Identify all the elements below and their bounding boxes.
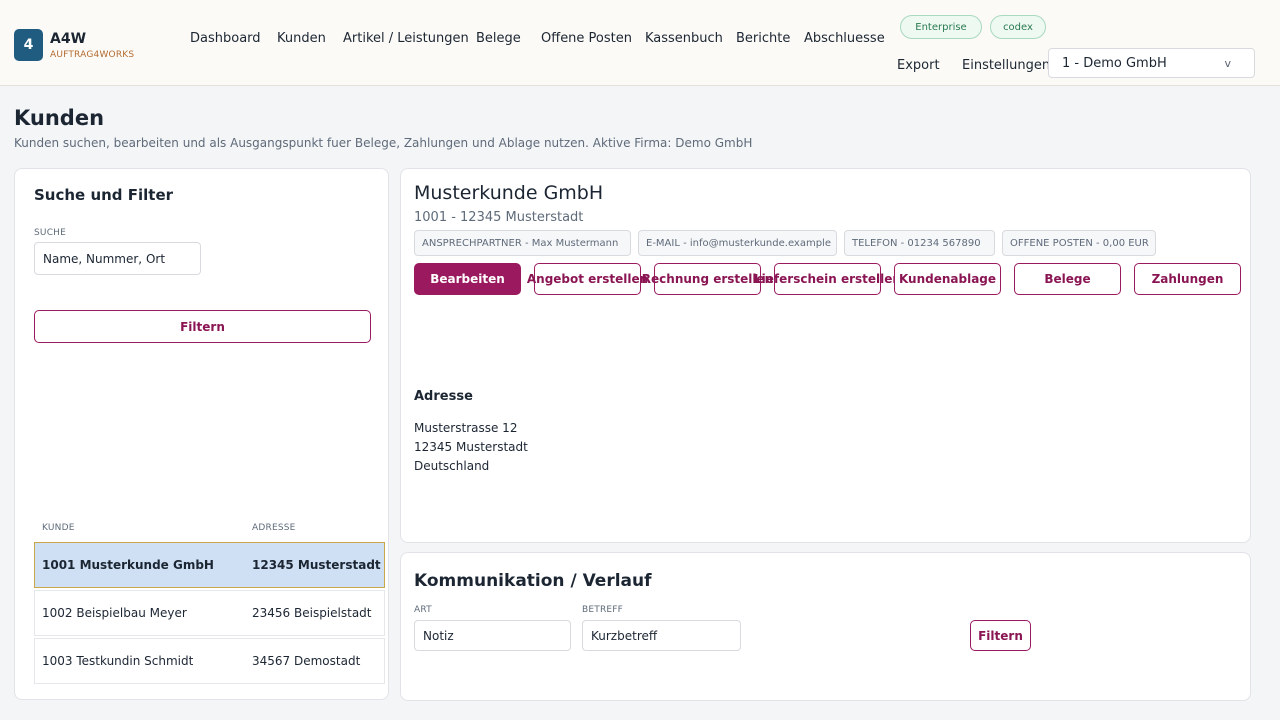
app-logo-icon[interactable]: 4 — [14, 29, 43, 61]
address-street: Musterstrasse 12 — [414, 421, 518, 435]
cell-address: 12345 Musterstadt — [252, 558, 381, 572]
address-title: Adresse — [414, 389, 473, 404]
contact-person-pill: ANSPRECHPARTNER - Max Mustermann — [414, 230, 631, 256]
table-row[interactable]: 1001 Musterkunde GmbH 12345 Musterstadt — [34, 542, 385, 588]
communication-panel: Kommunikation / Verlauf ART Notiz BETREF… — [400, 552, 1251, 701]
create-delivery-note-button[interactable]: Lieferschein erstellen — [754, 263, 901, 295]
company-select-value: 1 - Demo GmbH — [1062, 55, 1167, 71]
customer-files-button[interactable]: Kundenablage — [894, 263, 1001, 295]
page-title: Kunden — [14, 106, 105, 130]
cell-customer: 1003 Testkundin Schmidt — [42, 654, 194, 668]
create-quote-button[interactable]: Angebot erstellen — [527, 263, 648, 295]
customer-subline: 1001 - 12345 Musterstadt — [414, 210, 584, 225]
badge-codex: codex — [990, 15, 1046, 39]
settings-link[interactable]: Einstellungen — [962, 58, 1050, 73]
table-header-adresse: ADRESSE — [252, 523, 296, 533]
search-label: SUCHE — [34, 228, 67, 238]
company-select[interactable]: 1 - Demo GmbH v — [1048, 48, 1255, 78]
search-input[interactable]: Name, Nummer, Ort — [34, 242, 201, 275]
nav-offene-posten[interactable]: Offene Posten — [541, 31, 632, 46]
table-row[interactable]: 1003 Testkundin Schmidt 34567 Demostadt — [34, 638, 385, 684]
nav-artikel-leistungen[interactable]: Artikel / Leistungen — [343, 31, 469, 46]
table-header-kunde: KUNDE — [42, 523, 75, 533]
customer-detail-panel: Musterkunde GmbH 1001 - 12345 Musterstad… — [400, 168, 1251, 543]
customer-name: Musterkunde GmbH — [414, 182, 604, 204]
page-subtitle: Kunden suchen, bearbeiten und als Ausgan… — [14, 136, 753, 150]
edit-button[interactable]: Bearbeiten — [414, 263, 521, 295]
nav-berichte[interactable]: Berichte — [736, 31, 790, 46]
chevron-down-icon: v — [1224, 56, 1231, 70]
filter-button[interactable]: Filtern — [34, 310, 371, 343]
documents-button[interactable]: Belege — [1014, 263, 1121, 295]
filter-panel-title: Suche und Filter — [34, 186, 174, 204]
app-name: A4W — [50, 31, 87, 47]
type-select[interactable]: Notiz — [414, 620, 571, 651]
type-label: ART — [414, 605, 432, 615]
table-row[interactable]: 1002 Beispielbau Meyer 23456 Beispielsta… — [34, 590, 385, 636]
payments-button[interactable]: Zahlungen — [1134, 263, 1241, 295]
cell-customer: 1002 Beispielbau Meyer — [42, 606, 187, 620]
nav-kunden[interactable]: Kunden — [277, 31, 326, 46]
create-invoice-button[interactable]: Rechnung erstellen — [642, 263, 773, 295]
export-link[interactable]: Export — [897, 58, 940, 73]
cell-address: 23456 Beispielstadt — [252, 606, 372, 620]
cell-address: 34567 Demostadt — [252, 654, 361, 668]
top-navigation-bar: 4 A4W AUFTRAG4WORKS Dashboard Kunden Art… — [0, 0, 1280, 86]
app-subtitle: AUFTRAG4WORKS — [50, 50, 135, 60]
email-pill: E-MAIL - info@musterkunde.example — [638, 230, 837, 256]
cell-customer: 1001 Musterkunde GmbH — [42, 558, 214, 572]
nav-dashboard[interactable]: Dashboard — [190, 31, 261, 46]
open-items-pill: OFFENE POSTEN - 0,00 EUR — [1002, 230, 1156, 256]
address-city: 12345 Musterstadt — [414, 440, 528, 454]
subject-label: BETREFF — [582, 605, 624, 615]
communication-filter-button[interactable]: Filtern — [970, 620, 1031, 651]
communication-title: Kommunikation / Verlauf — [414, 571, 652, 591]
phone-pill: TELEFON - 01234 567890 — [844, 230, 995, 256]
address-country: Deutschland — [414, 459, 490, 473]
nav-kassenbuch[interactable]: Kassenbuch — [645, 31, 723, 46]
search-filter-panel: Suche und Filter SUCHE Name, Nummer, Ort… — [14, 168, 389, 700]
badge-enterprise: Enterprise — [900, 15, 982, 39]
subject-input[interactable]: Kurzbetreff — [582, 620, 741, 651]
nav-belege[interactable]: Belege — [476, 31, 521, 46]
nav-abschluesse[interactable]: Abschluesse — [804, 31, 885, 46]
